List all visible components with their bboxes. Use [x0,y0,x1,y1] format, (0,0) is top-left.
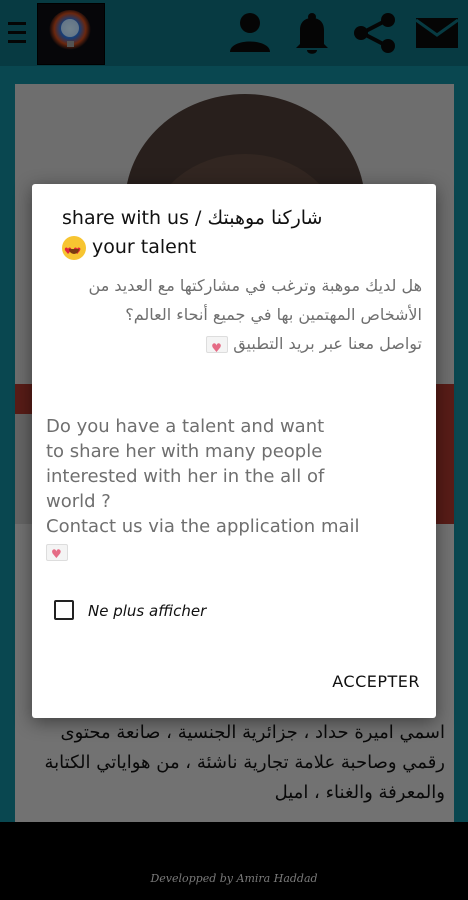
arabic-message: هل لديك موهبة وترغب في مشاركتها مع العدي… [46,271,422,363]
dont-show-again-label[interactable]: Ne plus afficher [88,602,206,620]
dialog-title-line2-row: your talent [62,233,392,267]
dialog-title: شاركنا موهبتك / share with us your talen… [62,204,392,267]
english-body-line4: world ? [46,491,111,512]
share-talent-dialog: شاركنا موهبتك / share with us your talen… [32,184,436,718]
developer-credit: Developped by Amira Haddad [150,872,318,885]
dialog-title-line2: your talent [92,236,197,258]
love-letter-icon [206,334,229,363]
arabic-contact: تواصل معنا عبر بريد التطبيق [233,334,422,353]
smiling-face-with-heart-eyes-icon [62,235,86,267]
arabic-contact-row: تواصل معنا عبر بريد التطبيق [46,329,422,363]
english-body-line3: interested with her in the all of [46,466,325,487]
dont-show-again-checkbox[interactable] [54,600,74,620]
dialog-title-line1: شاركنا موهبتك / share with us [62,207,323,229]
arabic-body: هل لديك موهبة وترغب في مشاركتها مع العدي… [88,276,422,324]
english-message: Do you have a talent and want to share h… [46,414,426,567]
english-contact: Contact us via the application mail [46,516,360,537]
english-body-line2: to share her with many people [46,441,323,462]
accept-button[interactable]: ACCEPTER [300,664,420,698]
footer: Developped by Amira Haddad [0,822,468,900]
english-mail-row [46,539,426,567]
english-body-line1: Do you have a talent and want [46,416,325,437]
love-letter-icon [46,542,68,567]
